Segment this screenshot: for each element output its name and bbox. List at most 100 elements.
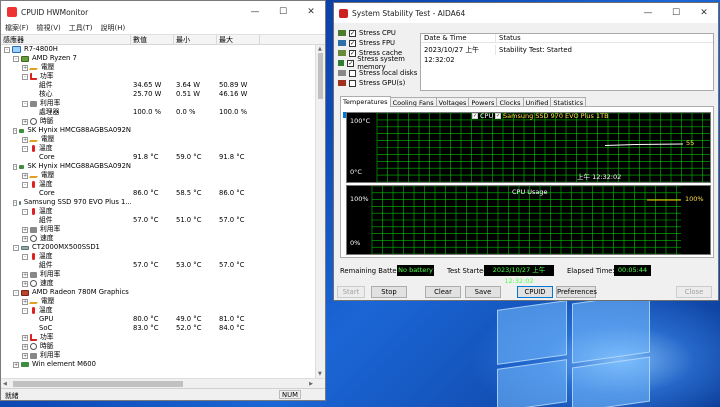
aida-close-dialog-button[interactable]: Close [676,286,712,298]
sensor-row[interactable]: - AMD Ryzen 7 [1,54,315,63]
sensor-row[interactable]: 組件 57.0 °C 53.0 °C 57.0 °C [1,261,315,270]
stress-checkbox[interactable]: ✓ [347,59,355,67]
sensor-row[interactable]: - CT2000MX500SSD1 [1,243,315,252]
menu-help[interactable]: 說明(H) [101,23,126,34]
sensor-row[interactable]: + 電壓 [1,297,315,306]
hwmonitor-titlebar[interactable]: CPUID HWMonitor — ☐ ✕ [1,1,325,23]
collapse-icon[interactable]: - [22,253,28,260]
sensor-row[interactable]: + 電壓 [1,135,315,144]
aida64-titlebar[interactable]: System Stability Test - AIDA64 — ☐ ✕ [334,3,718,23]
aida-close-button[interactable]: ✕ [690,2,718,24]
collapse-icon[interactable]: - [13,244,19,251]
sensor-row[interactable]: - 溫度 [1,207,315,216]
stress-option[interactable]: ✓ Stress system memory [338,55,418,71]
stress-option[interactable]: ✓ Stress FPU [338,38,418,48]
maximize-button[interactable]: ☐ [269,1,297,23]
legend-ssd-checkbox[interactable]: ✓ [495,113,501,119]
expand-icon[interactable]: + [22,280,28,287]
status-col-status[interactable]: Status [496,34,521,42]
collapse-icon[interactable]: - [22,73,28,80]
aida-minimize-button[interactable]: — [634,2,662,24]
expand-icon[interactable]: + [22,226,28,233]
horizontal-scrollbar[interactable]: ◀ ▶ [1,378,325,388]
stress-checkbox[interactable]: ✓ [349,29,356,37]
sensor-row[interactable]: - R7-4800H [1,45,315,54]
close-button[interactable]: ✕ [297,1,325,23]
column-min[interactable]: 最小 [174,35,217,44]
expand-icon[interactable]: + [22,334,28,341]
aida-maximize-button[interactable]: ☐ [662,2,690,24]
sensor-row[interactable]: - 功率 [1,72,315,81]
save-button[interactable]: Save [465,286,501,298]
stress-checkbox[interactable]: ✓ [349,49,356,57]
collapse-icon[interactable]: - [4,46,10,53]
sensor-row[interactable]: - 溫度 [1,144,315,153]
scroll-down-icon[interactable]: ▼ [318,371,322,377]
column-sensor[interactable]: 感應器 [1,35,131,44]
legend-cpu[interactable]: ✓ CPU [472,112,493,120]
menu-tools[interactable]: 工具(T) [69,23,93,34]
sensor-row[interactable]: + 電壓 [1,63,315,72]
collapse-icon[interactable]: - [22,307,28,314]
clear-button[interactable]: Clear [425,286,461,298]
sensor-row[interactable]: - 溫度 [1,252,315,261]
scroll-right-icon[interactable]: ▶ [309,381,313,387]
expand-icon[interactable]: + [22,298,28,305]
sensor-row[interactable]: + 時脈 [1,342,315,351]
collapse-icon[interactable]: - [13,127,18,134]
column-max[interactable]: 最大 [217,35,260,44]
collapse-icon[interactable]: - [13,163,18,170]
expand-icon[interactable]: + [13,361,19,368]
legend-cpu-checkbox[interactable]: ✓ [472,113,478,119]
collapse-icon[interactable]: - [13,199,17,206]
sensor-row[interactable]: - 溫度 [1,306,315,315]
vertical-scroll-thumb[interactable] [318,53,323,99]
collapse-icon[interactable]: - [13,289,19,296]
stop-button[interactable]: Stop [371,286,407,298]
sensor-row[interactable]: 核心 25.70 W 0.51 W 46.16 W [1,90,315,99]
sensor-row[interactable]: 處理器 100.0 % 0.0 % 100.0 % [1,108,315,117]
sensor-row[interactable]: + 速度 [1,279,315,288]
sensor-row[interactable]: + 速度 [1,234,315,243]
expand-icon[interactable]: + [22,136,28,143]
minimize-button[interactable]: — [241,1,269,23]
sensor-row[interactable]: + 利用率 [1,270,315,279]
sensor-row[interactable]: GPU 80.0 °C 49.0 °C 81.0 °C [1,315,315,324]
sensor-row[interactable]: - 利用率 [1,99,315,108]
stress-checkbox[interactable] [349,79,356,87]
menu-file[interactable]: 檔案(F) [5,23,29,34]
preferences-button[interactable]: Preferences [556,286,597,298]
stress-checkbox[interactable] [349,69,356,77]
sensor-row[interactable]: - SK Hynix HMCG88AGBSA092N [1,126,315,135]
status-col-date[interactable]: Date & Time [421,34,496,42]
sensor-row[interactable]: 組件 57.0 °C 51.0 °C 57.0 °C [1,216,315,225]
expand-icon[interactable]: + [22,172,28,179]
sensor-row[interactable]: + 利用率 [1,351,315,360]
stress-option[interactable]: Stress GPU(s) [338,78,418,88]
sensor-row[interactable]: - 溫度 [1,180,315,189]
sensor-row[interactable]: - AMD Radeon 780M Graphics [1,288,315,297]
sensor-row[interactable]: 組件 34.65 W 3.64 W 50.89 W [1,81,315,90]
collapse-icon[interactable]: - [22,208,28,215]
start-button[interactable]: Start [337,286,365,298]
column-value[interactable]: 數值 [131,35,174,44]
menu-view[interactable]: 檢視(V) [37,23,61,34]
collapse-icon[interactable]: - [22,145,28,152]
scroll-up-icon[interactable]: ▲ [318,46,322,52]
sensor-row[interactable]: Core 86.0 °C 58.5 °C 86.0 °C [1,189,315,198]
stress-checkbox[interactable]: ✓ [349,39,356,47]
sensor-row[interactable]: + 時脈 [1,117,315,126]
legend-ssd[interactable]: ✓ Samsung SSD 970 EVO Plus 1TB [495,112,609,120]
expand-icon[interactable]: + [22,64,28,71]
collapse-icon[interactable]: - [13,55,19,62]
expand-icon[interactable]: + [22,118,28,125]
scroll-left-icon[interactable]: ◀ [3,381,7,387]
expand-icon[interactable]: + [22,271,28,278]
sensor-row[interactable]: + 利用率 [1,225,315,234]
tab-temperatures[interactable]: Temperatures [340,96,391,107]
sensor-row[interactable]: + 功率 [1,333,315,342]
cpuid-button[interactable]: CPUID [517,286,553,298]
sensor-row[interactable]: - Samsung SSD 970 EVO Plus 1... [1,198,315,207]
horizontal-scroll-thumb[interactable] [13,381,183,387]
stress-option[interactable]: ✓ Stress CPU [338,28,418,38]
